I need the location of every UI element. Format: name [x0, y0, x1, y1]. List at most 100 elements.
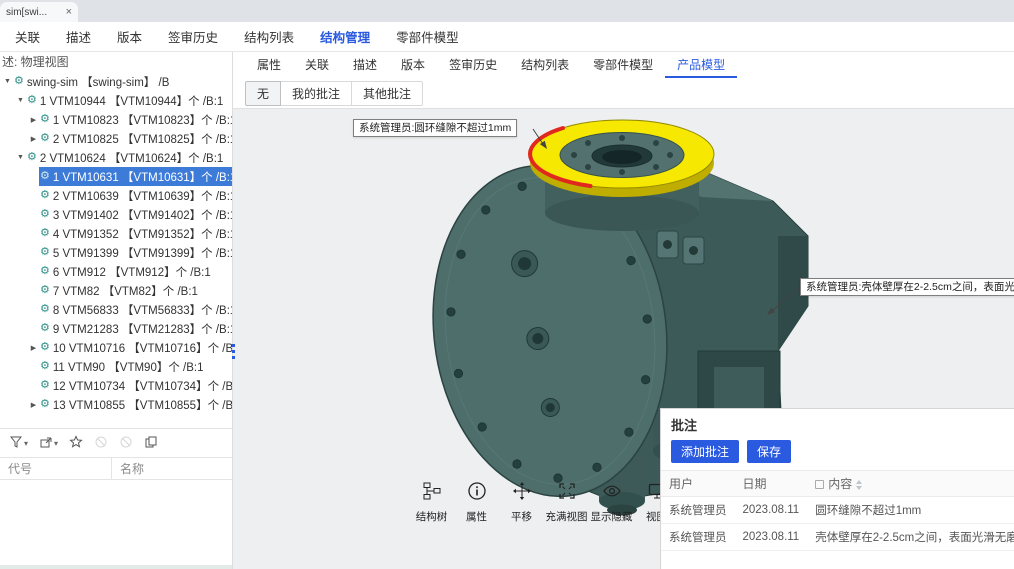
- expand-icon[interactable]: ▶: [28, 344, 39, 352]
- viewer-tool-pan[interactable]: 平移: [499, 481, 544, 524]
- viewer-tool-label: 显示隐藏: [591, 509, 633, 524]
- filter-my-annotations[interactable]: 我的批注: [280, 81, 352, 106]
- part-icon: ⚙: [27, 95, 37, 106]
- disabled-circle-icon: [119, 435, 133, 452]
- tree-item-label: 2 VTM10825 【VTM10825】个 /B:1: [53, 131, 232, 147]
- star-button[interactable]: [68, 434, 84, 453]
- viewer-tool-show-hide[interactable]: 显示隐藏: [589, 481, 634, 524]
- sort-icons[interactable]: [856, 480, 862, 490]
- expand-icon[interactable]: ▶: [28, 401, 39, 409]
- part-icon: ⚙: [40, 285, 50, 296]
- tree-item-label: 1 VTM10823 【VTM10823】个 /B:1: [53, 112, 232, 128]
- tree-item[interactable]: ⚙4 VTM91352 【VTM91352】个 /B:1: [0, 224, 232, 243]
- tree-item[interactable]: ▼⚙2 VTM10624 【VTM10624】个 /B:1: [0, 148, 232, 167]
- tab-description[interactable]: 描述: [341, 52, 389, 78]
- viewer-tool-label: 结构树: [416, 509, 448, 524]
- app-window: sim[swi... × 关联描述版本签审历史结构列表结构管理零部件模型 述: …: [0, 0, 1014, 569]
- tree-item[interactable]: ▼⚙swing-sim 【swing-sim】 /B: [0, 72, 232, 91]
- annotation-filter-group: 无我的批注其他批注: [233, 78, 1014, 108]
- top-menubar: 关联描述版本签审历史结构列表结构管理零部件模型: [0, 22, 1014, 52]
- tab-close-icon[interactable]: ×: [66, 6, 72, 18]
- tab-properties[interactable]: 属性: [245, 52, 293, 78]
- expand-icon[interactable]: ▶: [28, 135, 39, 143]
- viewer-tool-properties[interactable]: 属性: [454, 481, 499, 524]
- annotation-user: 系统管理员: [661, 497, 735, 524]
- annotation-callout-shell: 系统管理员:壳体壁厚在2-2.5cm之间，表面光滑无磨痕: [800, 278, 1014, 296]
- annotation-date: 2023.08.11: [735, 497, 808, 524]
- add-annotation-button[interactable]: 添加批注: [671, 440, 739, 463]
- copy-button[interactable]: [143, 434, 159, 453]
- annotation-callout-ring: 系统管理员:圆环缝隙不超过1mm: [353, 119, 517, 137]
- annotation-table: 用户日期内容操作 系统管理员2023.08.11圆环缝隙不超过1mm回复系统管理…: [661, 470, 1014, 551]
- tree-item[interactable]: ⚙7 VTM82 【VTM82】个 /B:1: [0, 281, 232, 300]
- structure-tree-icon: [422, 481, 442, 506]
- tree-item[interactable]: ▶⚙10 VTM10716 【VTM10716】个 /B:1: [0, 338, 232, 357]
- menu-description[interactable]: 描述: [53, 27, 104, 46]
- content-area: 述: 物理视图 ▼⚙swing-sim 【swing-sim】 /B▼⚙1 VT…: [0, 52, 1014, 569]
- annotation-row: 系统管理员2023.08.11圆环缝隙不超过1mm回复: [661, 497, 1014, 524]
- tree-item[interactable]: ▶⚙13 VTM10855 【VTM10855】个 /B:1: [0, 395, 232, 414]
- tree-item[interactable]: ⚙1 VTM10631 【VTM10631】个 /B:1: [0, 167, 232, 186]
- export-icon: [39, 435, 53, 452]
- annotation-user: 系统管理员: [661, 524, 735, 551]
- tab-product-model[interactable]: 产品模型: [665, 52, 737, 78]
- collapse-icon[interactable]: ▼: [15, 97, 26, 104]
- menu-relation[interactable]: 关联: [2, 27, 53, 46]
- filter-button[interactable]: ▾: [8, 434, 29, 453]
- collapse-icon[interactable]: ▼: [2, 78, 13, 85]
- menu-structure-list[interactable]: 结构列表: [231, 27, 307, 46]
- annotation-col-2: 内容: [807, 471, 1014, 497]
- annotation-panel-title: 批注: [661, 409, 1014, 438]
- tree-item[interactable]: ▼⚙1 VTM10944 【VTM10944】个 /B:1: [0, 91, 232, 110]
- disabled-circle-icon: [94, 435, 108, 452]
- part-icon: ⚙: [40, 133, 50, 144]
- tab-sign-history[interactable]: 签审历史: [437, 52, 509, 78]
- structure-tree[interactable]: ▼⚙swing-sim 【swing-sim】 /B▼⚙1 VTM10944 【…: [0, 72, 232, 414]
- viewer-tool-structure-tree[interactable]: 结构树: [409, 481, 454, 524]
- collapse-icon[interactable]: ▼: [15, 154, 26, 161]
- tab-version[interactable]: 版本: [389, 52, 437, 78]
- menu-structure-management[interactable]: 结构管理: [307, 27, 383, 46]
- panel-resize-handle[interactable]: [230, 344, 236, 359]
- tree-item[interactable]: ⚙2 VTM10639 【VTM10639】个 /B:1: [0, 186, 232, 205]
- column-name: 名称: [112, 458, 144, 479]
- tree-item[interactable]: ▶⚙1 VTM10823 【VTM10823】个 /B:1: [0, 110, 232, 129]
- tree-item-label: 1 VTM10631 【VTM10631】个 /B:1: [53, 169, 232, 185]
- star-icon: [69, 435, 83, 452]
- tab-structure-list[interactable]: 结构列表: [509, 52, 581, 78]
- tree-item[interactable]: ⚙6 VTM912 【VTM912】个 /B:1: [0, 262, 232, 281]
- menu-sign-history[interactable]: 签审历史: [155, 27, 231, 46]
- part-icon: ⚙: [40, 266, 50, 277]
- viewer-tool-label: 充满视图: [546, 509, 588, 524]
- part-icon: ⚙: [40, 190, 50, 201]
- filter-other-annotations[interactable]: 其他批注: [351, 81, 423, 106]
- expand-icon[interactable]: ▶: [28, 116, 39, 124]
- tree-table-header: 代号 名称: [0, 458, 232, 480]
- tree-item[interactable]: ⚙5 VTM91399 【VTM91399】个 /B:1: [0, 243, 232, 262]
- tree-item[interactable]: ⚙8 VTM56833 【VTM56833】个 /B:1: [0, 300, 232, 319]
- filter-none[interactable]: 无: [245, 81, 281, 106]
- tree-item[interactable]: ⚙3 VTM91402 【VTM91402】个 /B:1: [0, 205, 232, 224]
- part-icon: ⚙: [27, 152, 37, 163]
- fit-view-icon: [557, 481, 577, 506]
- export-button[interactable]: ▾: [38, 434, 59, 453]
- viewer-tool-fit-view[interactable]: 充满视图: [544, 481, 589, 524]
- viewer-tool-label: 平移: [511, 509, 532, 524]
- annotation-row: 系统管理员2023.08.11壳体壁厚在2-2.5cm之间，表面光滑无磨痕回复: [661, 524, 1014, 551]
- tree-item[interactable]: ⚙9 VTM21283 【VTM21283】个 /B:1: [0, 319, 232, 338]
- filter-icon: [9, 435, 23, 452]
- tree-item[interactable]: ▶⚙2 VTM10825 【VTM10825】个 /B:1: [0, 129, 232, 148]
- annotation-date: 2023.08.11: [735, 524, 808, 551]
- 3d-viewport[interactable]: 系统管理员:圆环缝隙不超过1mm 系统管理员:壳体壁厚在2-2.5cm之间，表面…: [233, 108, 1014, 569]
- tree-toolbar: ▾▾: [0, 428, 232, 458]
- menu-version[interactable]: 版本: [104, 27, 155, 46]
- tree-item[interactable]: ⚙11 VTM90 【VTM90】个 /B:1: [0, 357, 232, 376]
- menu-part-model[interactable]: 零部件模型: [383, 27, 472, 46]
- tree-item[interactable]: ⚙12 VTM10734 【VTM10734】个 /B:1: [0, 376, 232, 395]
- save-annotation-button[interactable]: 保存: [747, 440, 791, 463]
- part-icon: ⚙: [40, 228, 50, 239]
- tab-part-model[interactable]: 零部件模型: [581, 52, 665, 78]
- tab-relation[interactable]: 关联: [293, 52, 341, 78]
- browser-tab[interactable]: sim[swi... ×: [0, 2, 78, 22]
- part-icon: ⚙: [40, 399, 50, 410]
